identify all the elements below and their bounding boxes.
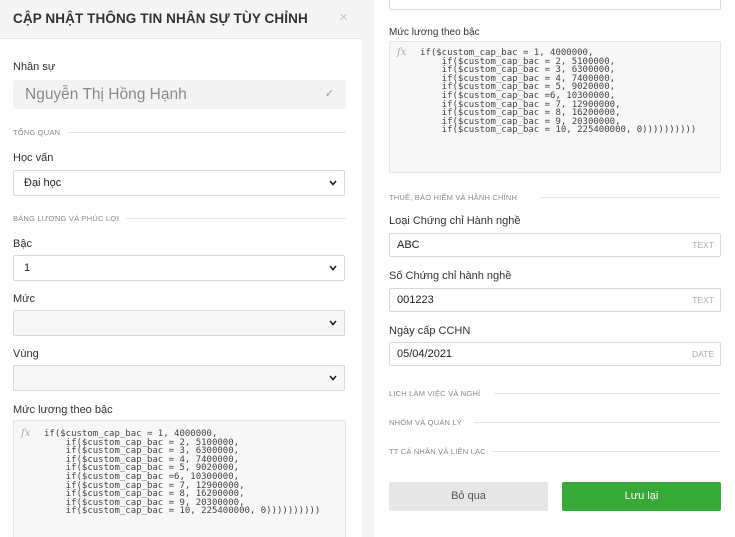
- divider: [493, 451, 721, 452]
- save-button[interactable]: Lưu lại: [562, 482, 721, 511]
- close-icon[interactable]: ×: [339, 9, 348, 26]
- education-value: Đại học: [24, 177, 62, 189]
- license-type-field[interactable]: ABC TEXT: [389, 233, 721, 257]
- license-number-field[interactable]: 001223 TEXT: [389, 288, 721, 312]
- grade-label: Bậc: [13, 238, 32, 250]
- level-label: Mức: [13, 293, 36, 305]
- license-date-field[interactable]: 05/04/2021 DATE: [389, 342, 721, 366]
- salary-formula-box[interactable]: fx if($custom_cap_bac = 1, 4000000, if($…: [13, 420, 346, 537]
- salary-formula-label: Mức lương theo bậc: [389, 27, 480, 38]
- cancel-button[interactable]: Bỏ qua: [389, 482, 548, 511]
- salary-formula-box[interactable]: fx if($custom_cap_bac = 1, 4000000, if($…: [389, 41, 721, 173]
- chevron-down-icon: [329, 265, 337, 271]
- previous-field[interactable]: [389, 0, 721, 10]
- license-date-label: Ngày cấp CCHN: [389, 325, 471, 337]
- divider: [68, 132, 346, 133]
- employee-name-field: Nguyễn Thị Hồng Hạnh ✓: [13, 80, 346, 109]
- fx-icon: fx: [21, 428, 31, 439]
- employee-label: Nhân sự: [13, 61, 56, 73]
- salary-formula-code: if($custom_cap_bac = 1, 4000000, if($cus…: [44, 429, 321, 517]
- salary-formula-label: Mức lương theo bậc: [13, 404, 113, 416]
- region-label: Vùng: [13, 348, 39, 360]
- modal-title: CẬP NHẬT THÔNG TIN NHÂN SỰ TÙY CHỈNH: [13, 11, 308, 26]
- panel-gap: [362, 0, 374, 537]
- license-type-label: Loại Chứng chỉ Hành nghề: [389, 215, 521, 227]
- chevron-down-icon: [329, 320, 337, 326]
- grade-select[interactable]: 1: [13, 255, 345, 281]
- section-schedule[interactable]: LỊCH LÀM VIỆC VÀ NGHỈ: [389, 389, 480, 398]
- divider: [541, 197, 721, 198]
- chevron-down-icon: [329, 375, 337, 381]
- section-tax: THUẾ, BẢO HIỂM VÀ HÀNH CHÍNH: [389, 193, 518, 202]
- section-personal[interactable]: TT CÁ NHÂN VÀ LIÊN LẠC: [389, 447, 486, 456]
- check-icon: ✓: [324, 88, 334, 100]
- license-date-value: 05/04/2021: [397, 348, 453, 360]
- fx-icon: fx: [397, 47, 407, 58]
- divider: [494, 393, 721, 394]
- modal-left-panel: CẬP NHẬT THÔNG TIN NHÂN SỰ TÙY CHỈNH × N…: [0, 0, 362, 537]
- salary-formula-code: if($custom_cap_bac = 1, 4000000, if($cus…: [420, 48, 697, 136]
- level-select[interactable]: [13, 310, 345, 336]
- divider: [126, 218, 346, 219]
- chevron-down-icon: [329, 180, 337, 186]
- employee-name: Nguyễn Thị Hồng Hạnh: [25, 86, 187, 103]
- section-group[interactable]: NHÓM VÀ QUẢN LÝ: [389, 418, 462, 427]
- modal-right-panel: Mức lương theo bậc fx if($custom_cap_bac…: [374, 0, 735, 537]
- section-overview: TỔNG QUAN: [13, 128, 61, 137]
- section-salary: BẢNG LƯƠNG VÀ PHÚC LỢI: [13, 214, 120, 223]
- divider: [474, 422, 721, 423]
- field-type-label: TEXT: [692, 295, 714, 305]
- region-select[interactable]: [13, 365, 345, 391]
- modal-header: CẬP NHẬT THÔNG TIN NHÂN SỰ TÙY CHỈNH ×: [0, 0, 362, 39]
- education-label: Học vấn: [13, 152, 54, 164]
- license-type-value: ABC: [397, 239, 420, 251]
- field-type-label: TEXT: [692, 240, 714, 250]
- license-number-value: 001223: [397, 294, 434, 306]
- field-type-label: DATE: [691, 349, 714, 359]
- education-select[interactable]: Đại học: [13, 170, 345, 196]
- license-number-label: Số Chứng chỉ hành nghề: [389, 270, 512, 282]
- grade-value: 1: [24, 262, 31, 274]
